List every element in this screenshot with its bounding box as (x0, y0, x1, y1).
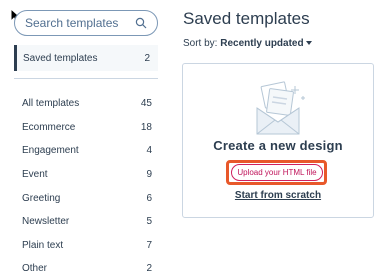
envelope-illustration-icon (256, 81, 305, 135)
sidebar-item-label: Other (22, 263, 48, 275)
sidebar-item-all-templates[interactable]: All templates 45 (22, 92, 152, 116)
sidebar-item-engagement[interactable]: Engagement 4 (22, 139, 152, 163)
sidebar-item-count: 18 (140, 121, 152, 133)
sort-value: Recently updated (220, 38, 304, 49)
sidebar-item-label: Engagement (22, 145, 79, 157)
sort-label: Sort by: (183, 38, 218, 49)
sidebar-item-event[interactable]: Event 9 (22, 163, 152, 187)
search-icon (135, 17, 147, 29)
sidebar-item-label: Plain text (22, 239, 64, 251)
sort-control: Sort by: Recently updated (183, 38, 312, 49)
sidebar-item-count: 2 (146, 263, 152, 275)
sidebar-item-count: 4 (146, 145, 152, 157)
page-title: Saved templates (183, 9, 310, 28)
sidebar-item-ecommerce[interactable]: Ecommerce 18 (22, 116, 152, 140)
sidebar-item-count: 5 (146, 216, 152, 228)
card-title: Create a new design (213, 138, 343, 153)
caret-down-icon (305, 41, 312, 46)
sidebar-item-label: Newsletter (22, 216, 70, 228)
sort-dropdown[interactable]: Recently updated (220, 38, 312, 49)
sidebar-item-label: Saved templates (23, 52, 98, 64)
sidebar-item-count: 2 (144, 52, 150, 64)
sidebar-item-label: Ecommerce (22, 121, 76, 133)
sidebar-item-count: 9 (146, 169, 152, 181)
upload-html-button[interactable]: Upload your HTML file (231, 164, 323, 181)
sidebar-item-count: 7 (146, 239, 152, 251)
sidebar-item-count: 6 (146, 192, 152, 204)
search-input[interactable]: Search templates (14, 10, 158, 36)
sidebar-item-saved-templates[interactable]: Saved templates 2 (14, 45, 158, 71)
sidebar-item-plain-text[interactable]: Plain text 7 (22, 234, 152, 258)
sidebar-item-greeting[interactable]: Greeting 6 (22, 186, 152, 210)
start-from-scratch-link[interactable]: Start from scratch (183, 190, 373, 201)
sidebar-divider (14, 78, 158, 79)
sidebar-item-other[interactable]: Other 2 (22, 257, 152, 280)
sidebar-item-count: 45 (140, 98, 152, 110)
sidebar-item-label: All templates (22, 98, 80, 110)
create-design-card: Create a new design Upload your HTML fil… (182, 63, 374, 218)
sidebar-item-newsletter[interactable]: Newsletter 5 (22, 210, 152, 234)
sidebar-item-label: Greeting (22, 192, 61, 204)
category-list: All templates 45 Ecommerce 18 Engagement… (22, 92, 152, 280)
search-placeholder: Search templates (25, 16, 119, 30)
sidebar-item-label: Event (22, 169, 48, 181)
